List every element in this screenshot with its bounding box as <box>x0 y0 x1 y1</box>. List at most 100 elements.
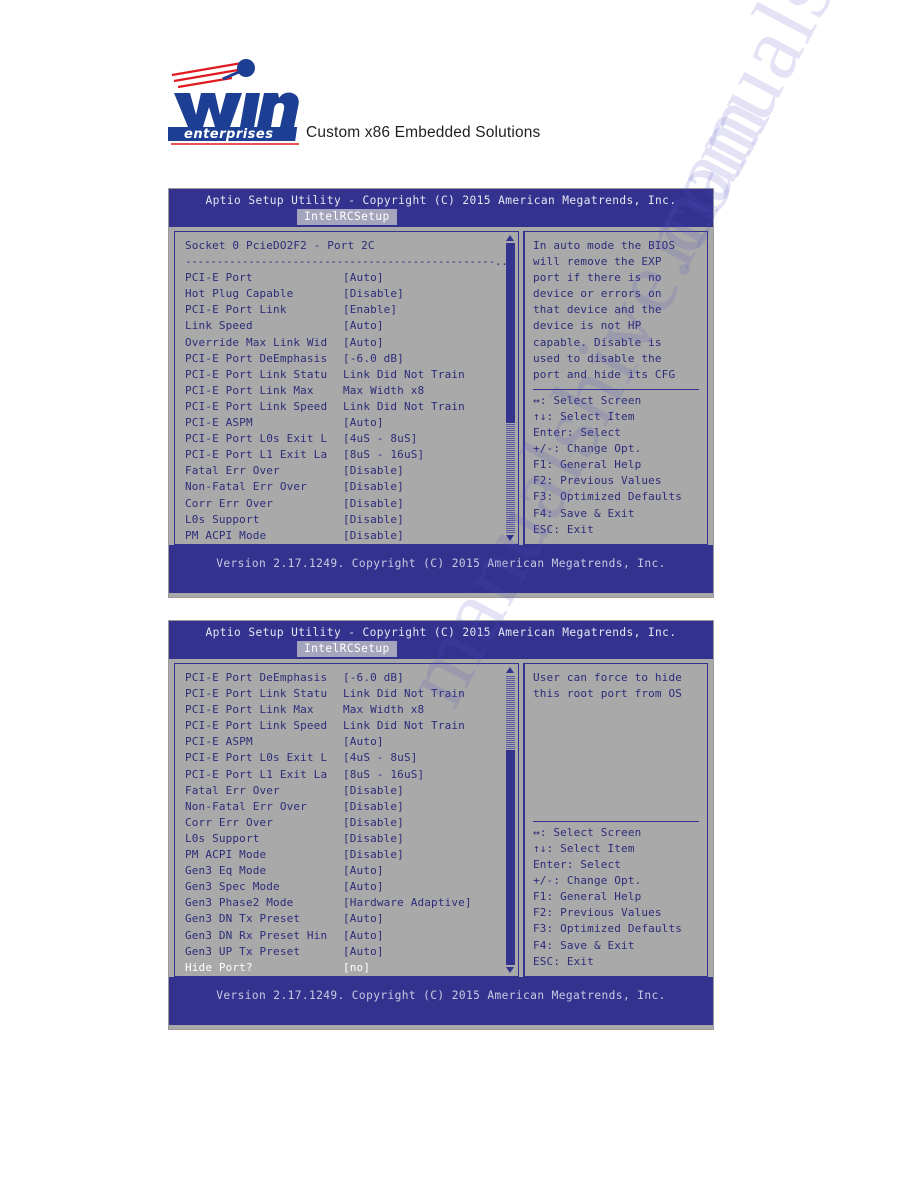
bios-option-label: L0s Support <box>185 831 260 845</box>
bios-option-row[interactable]: Gen3 DN Tx Preset [Auto] <box>185 911 518 927</box>
bios-option-value[interactable]: [4uS - 8uS] <box>343 431 518 447</box>
bios-option-row[interactable]: Corr Err Over [Disable] <box>185 496 518 512</box>
bios-option-row[interactable]: PM ACPI Mode [Disable] <box>185 528 518 544</box>
bios-option-row[interactable]: Hide Port? [no] <box>185 960 518 976</box>
bios-option-value[interactable]: [Hardware Adaptive] <box>343 895 518 911</box>
bios-option-row[interactable]: PCI-E Port Link Speed Link Did Not Train <box>185 718 518 734</box>
bios-option-row[interactable]: Link Speed [Auto] <box>185 318 518 334</box>
bios-option-value[interactable]: [Auto] <box>343 734 518 750</box>
bios-option-value[interactable]: [Disable] <box>343 463 518 479</box>
bios-option-label: Corr Err Over <box>185 815 274 829</box>
bios-option-row[interactable]: PCI-E Port DeEmphasis [-6.0 dB] <box>185 670 518 686</box>
bios-option-value[interactable]: [Disable] <box>343 528 518 544</box>
bios-option-row[interactable]: PCI-E Port Link Statu Link Did Not Train <box>185 367 518 383</box>
bios-option-value[interactable]: [Disable] <box>343 512 518 528</box>
bios-option-row[interactable]: Gen3 Spec Mode [Auto] <box>185 879 518 895</box>
bios-option-row[interactable]: Fatal Err Over [Disable] <box>185 463 518 479</box>
bios-body: PCI-E Port DeEmphasis [-6.0 dB] PCI-E Port… <box>169 659 713 977</box>
bios-option-row[interactable]: PCI-E Port DeEmphasis [-6.0 dB] <box>185 351 518 367</box>
bios-option-value[interactable]: [Disable] <box>343 479 518 495</box>
bios-option-value[interactable]: Link Did Not Train <box>343 718 518 734</box>
bios-option-row[interactable]: PCI-E Port Link Speed Link Did Not Train <box>185 399 518 415</box>
bios-option-row[interactable]: PCI-E Port Link Max Max Width x8 <box>185 383 518 399</box>
scrollbar-track[interactable] <box>506 675 515 965</box>
svg-text:enterprises: enterprises <box>184 127 273 142</box>
bios-option-row[interactable]: Non-Fatal Err Over [Disable] <box>185 799 518 815</box>
bios-option-value[interactable]: Link Did Not Train <box>343 399 518 415</box>
options-scrollbar[interactable] <box>506 667 515 973</box>
bios-option-value[interactable]: [Auto] <box>343 911 518 927</box>
bios-option-label: PCI-E Port L1 Exit La <box>185 767 328 781</box>
bios-option-value[interactable]: [Auto] <box>343 415 518 431</box>
bios-option-row[interactable]: PCI-E Port Link Statu Link Did Not Train <box>185 686 518 702</box>
bios-option-value[interactable]: [-6.0 dB] <box>343 670 518 686</box>
bios-option-value[interactable]: [-6.0 dB] <box>343 351 518 367</box>
bios-option-row[interactable]: PCI-E Port Link [Enable] <box>185 302 518 318</box>
bios-option-row[interactable]: PCI-E ASPM [Auto] <box>185 734 518 750</box>
key-legend-line: Enter: Select <box>533 426 622 440</box>
bios-option-value[interactable]: [8uS - 16uS] <box>343 767 518 783</box>
scrollbar-thumb[interactable] <box>506 750 515 965</box>
bios-option-label: PCI-E Port <box>185 271 253 285</box>
bios-option-label: PCI-E Port L0s Exit L <box>185 751 328 765</box>
bios-option-value[interactable]: [Disable] <box>343 831 518 847</box>
bios-option-row[interactable]: Corr Err Over [Disable] <box>185 815 518 831</box>
bios-help-panel: User can force to hide this root port fro… <box>523 663 708 977</box>
bios-option-row[interactable]: Override Max Link Wid [Auto] <box>185 335 518 351</box>
bios-option-row[interactable]: Non-Fatal Err Over [Disable] <box>185 479 518 495</box>
bios-option-row[interactable]: PCI-E ASPM [Auto] <box>185 415 518 431</box>
bios-option-value[interactable]: [no] <box>343 960 518 976</box>
bios-option-row[interactable]: PCI-E Port L1 Exit La [8uS - 16uS] <box>185 767 518 783</box>
bios-option-value[interactable]: [Auto] <box>343 318 518 334</box>
key-legend-line: F3: Optimized Defaults <box>533 490 682 504</box>
bios-option-row[interactable]: PM ACPI Mode [Disable] <box>185 847 518 863</box>
bios-option-value[interactable]: Max Width x8 <box>343 702 518 718</box>
bios-option-value[interactable]: [Auto] <box>343 863 518 879</box>
bios-option-label: PCI-E Port Link <box>185 303 287 317</box>
bios-option-label: Fatal Err Over <box>185 464 280 478</box>
bios-tab-intelrcsetup[interactable]: IntelRCSetup <box>297 209 397 225</box>
scrollbar-thumb[interactable] <box>506 243 515 423</box>
scroll-up-arrow-icon[interactable] <box>506 235 514 241</box>
bios-option-row[interactable]: Gen3 Phase2 Mode [Hardware Adaptive] <box>185 895 518 911</box>
bios-option-value[interactable]: [4uS - 8uS] <box>343 750 518 766</box>
bios-option-value[interactable]: [Disable] <box>343 496 518 512</box>
options-scrollbar[interactable] <box>506 235 515 541</box>
bios-option-value[interactable]: [Auto] <box>343 928 518 944</box>
bios-option-value[interactable]: [Disable] <box>343 783 518 799</box>
bios-option-value[interactable]: Link Did Not Train <box>343 686 518 702</box>
bios-option-value[interactable]: [Auto] <box>343 335 518 351</box>
bios-option-row[interactable]: L0s Support [Disable] <box>185 512 518 528</box>
bios-option-row[interactable]: PCI-E Port Link Max Max Width x8 <box>185 702 518 718</box>
bios-option-value[interactable]: Link Did Not Train <box>343 367 518 383</box>
bios-option-row[interactable]: Gen3 Eq Mode [Auto] <box>185 863 518 879</box>
bios-option-value[interactable]: [Auto] <box>343 879 518 895</box>
bios-tab-intelrcsetup[interactable]: IntelRCSetup <box>297 641 397 657</box>
bios-option-row[interactable]: PCI-E Port L0s Exit L [4uS - 8uS] <box>185 431 518 447</box>
bios-option-value[interactable]: Max Width x8 <box>343 383 518 399</box>
bios-option-row[interactable]: PCI-E Port L0s Exit L [4uS - 8uS] <box>185 750 518 766</box>
bios-option-row[interactable]: PCI-E Port [Auto] <box>185 270 518 286</box>
help-line: capable. Disable is <box>533 335 662 349</box>
bios-option-value[interactable]: [Enable] <box>343 302 518 318</box>
scroll-up-arrow-icon[interactable] <box>506 667 514 673</box>
scroll-down-arrow-icon[interactable] <box>506 535 514 541</box>
bios-body: Socket 0 PcieDO2F2 - Port 2C -----------… <box>169 227 713 545</box>
bios-option-value[interactable]: [Auto] <box>343 944 518 960</box>
bios-option-row[interactable]: Gen3 DN Rx Preset Hin [Auto] <box>185 928 518 944</box>
bios-option-value[interactable]: [Auto] <box>343 270 518 286</box>
scroll-down-arrow-icon[interactable] <box>506 967 514 973</box>
help-line: User can force to hide <box>533 671 682 684</box>
scrollbar-track[interactable] <box>506 243 515 533</box>
bios-option-row[interactable]: PCI-E Port L1 Exit La [8uS - 16uS] <box>185 447 518 463</box>
bios-option-value[interactable]: [8uS - 16uS] <box>343 447 518 463</box>
bios-option-label: Gen3 Phase2 Mode <box>185 896 294 910</box>
bios-option-row[interactable]: L0s Support [Disable] <box>185 831 518 847</box>
bios-option-value[interactable]: [Disable] <box>343 286 518 302</box>
bios-option-row[interactable]: Fatal Err Over [Disable] <box>185 783 518 799</box>
bios-option-value[interactable]: [Disable] <box>343 847 518 863</box>
bios-option-row[interactable]: Gen3 UP Tx Preset [Auto] <box>185 944 518 960</box>
bios-option-value[interactable]: [Disable] <box>343 799 518 815</box>
bios-option-value[interactable]: [Disable] <box>343 815 518 831</box>
bios-option-row[interactable]: Hot Plug Capable [Disable] <box>185 286 518 302</box>
